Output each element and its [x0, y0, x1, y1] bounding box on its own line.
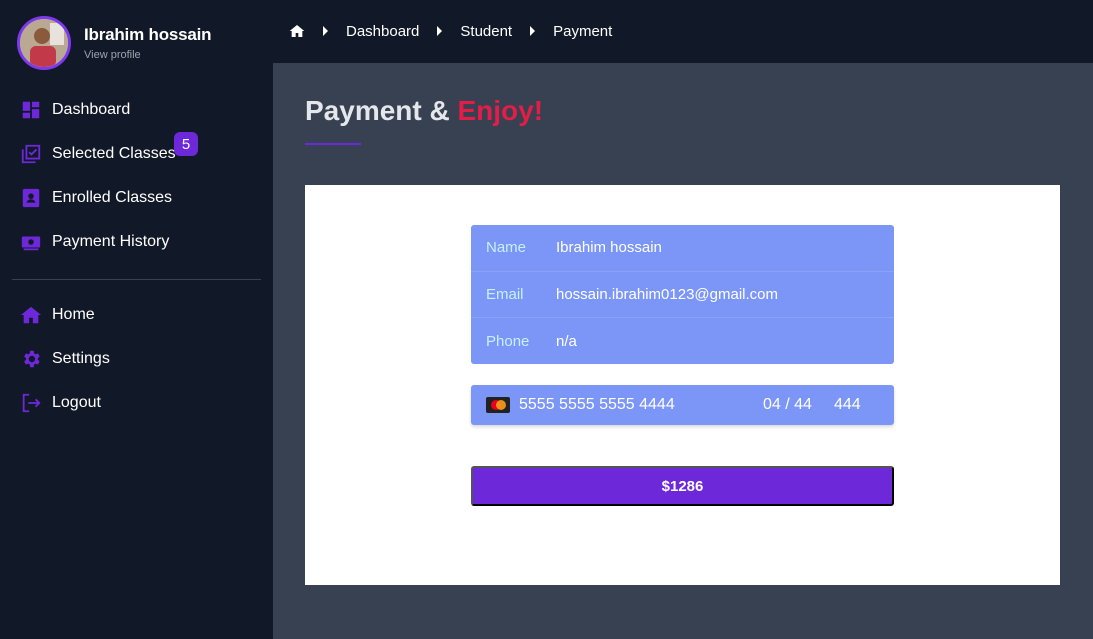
- breadcrumb-payment: Payment: [553, 22, 613, 40]
- breadcrumb-dashboard[interactable]: Dashboard: [346, 23, 419, 40]
- avatar[interactable]: [17, 16, 71, 70]
- money-icon: [21, 236, 41, 251]
- mastercard-icon: [486, 397, 510, 413]
- card-expiry-field[interactable]: 04 / 44: [763, 396, 834, 414]
- page-title-accent: Enjoy!: [457, 95, 544, 126]
- sidebar-secondary-nav: Home Settings Logout: [20, 293, 260, 425]
- breadcrumb-chevron-icon: [323, 26, 328, 36]
- pay-button[interactable]: $1286: [471, 466, 894, 506]
- info-value: n/a: [556, 332, 577, 350]
- home-icon: [20, 306, 42, 324]
- page-title-main: Payment &: [305, 95, 450, 126]
- sidebar-divider: [12, 279, 261, 280]
- dashboard-icon: [22, 101, 40, 119]
- sidebar: Ibrahim hossain View profile Dashboard S…: [0, 0, 273, 639]
- top-bar: Dashboard Student Payment: [273, 0, 1093, 63]
- breadcrumb-chevron-icon: [437, 26, 443, 36]
- title-underline: [305, 143, 361, 145]
- sidebar-item-payment-history[interactable]: Payment History: [20, 220, 260, 264]
- sidebar-item-label: Logout: [52, 394, 101, 411]
- breadcrumb: Dashboard Student Payment: [289, 20, 612, 42]
- info-row-email: Email hossain.ibrahim0123@gmail.com: [471, 272, 894, 318]
- sidebar-item-label: Dashboard: [52, 101, 131, 118]
- view-profile-link[interactable]: View profile: [84, 49, 211, 61]
- sidebar-item-label: Selected Classes: [52, 145, 176, 162]
- card-number-field[interactable]: 5555 5555 5555 4444: [519, 396, 763, 414]
- card-cvc-field[interactable]: 444: [834, 396, 861, 414]
- sidebar-item-label: Settings: [52, 350, 110, 367]
- sidebar-item-label: Payment History: [52, 233, 170, 250]
- sidebar-item-dashboard[interactable]: Dashboard: [20, 88, 260, 132]
- info-key: Phone: [486, 332, 530, 350]
- contact-card-icon: [22, 188, 40, 208]
- sidebar-nav: Dashboard Selected Classes 5 Enrolled Cl…: [20, 88, 260, 264]
- breadcrumb-chevron-icon: [530, 26, 536, 36]
- sidebar-item-logout[interactable]: Logout: [20, 381, 260, 425]
- page-title: Payment & Enjoy!: [305, 95, 543, 127]
- sidebar-item-label: Enrolled Classes: [52, 189, 173, 206]
- billing-info: Name Ibrahim hossain Email hossain.ibrah…: [471, 225, 894, 364]
- profile-name: Ibrahim hossain: [84, 25, 212, 44]
- breadcrumb-student[interactable]: Student: [460, 23, 512, 40]
- info-value: Ibrahim hossain: [556, 239, 662, 257]
- info-row-phone: Phone n/a: [471, 318, 894, 365]
- info-key: Email: [486, 285, 524, 303]
- sidebar-item-selected-classes[interactable]: Selected Classes 5: [20, 132, 260, 176]
- payment-card: Name Ibrahim hossain Email hossain.ibrah…: [305, 185, 1060, 585]
- sidebar-item-home[interactable]: Home: [20, 293, 260, 337]
- info-row-name: Name Ibrahim hossain: [471, 225, 894, 272]
- info-value: hossain.ibrahim0123@gmail.com: [556, 285, 778, 303]
- sidebar-item-enrolled-classes[interactable]: Enrolled Classes: [20, 176, 260, 220]
- gear-icon: [24, 350, 40, 368]
- sidebar-item-label: Home: [52, 306, 95, 323]
- home-icon[interactable]: [289, 23, 305, 39]
- card-input[interactable]: 5555 5555 5555 4444 04 / 44 444: [471, 385, 894, 425]
- sidebar-item-settings[interactable]: Settings: [20, 337, 260, 381]
- info-key: Name: [486, 239, 527, 257]
- main-content: Payment & Enjoy! Name Ibrahim hossain Em…: [273, 63, 1093, 639]
- profile: Ibrahim hossain View profile: [17, 16, 212, 70]
- logout-icon: [22, 393, 41, 413]
- checklist-icon: [21, 144, 41, 164]
- selected-count-badge: 5: [174, 132, 198, 156]
